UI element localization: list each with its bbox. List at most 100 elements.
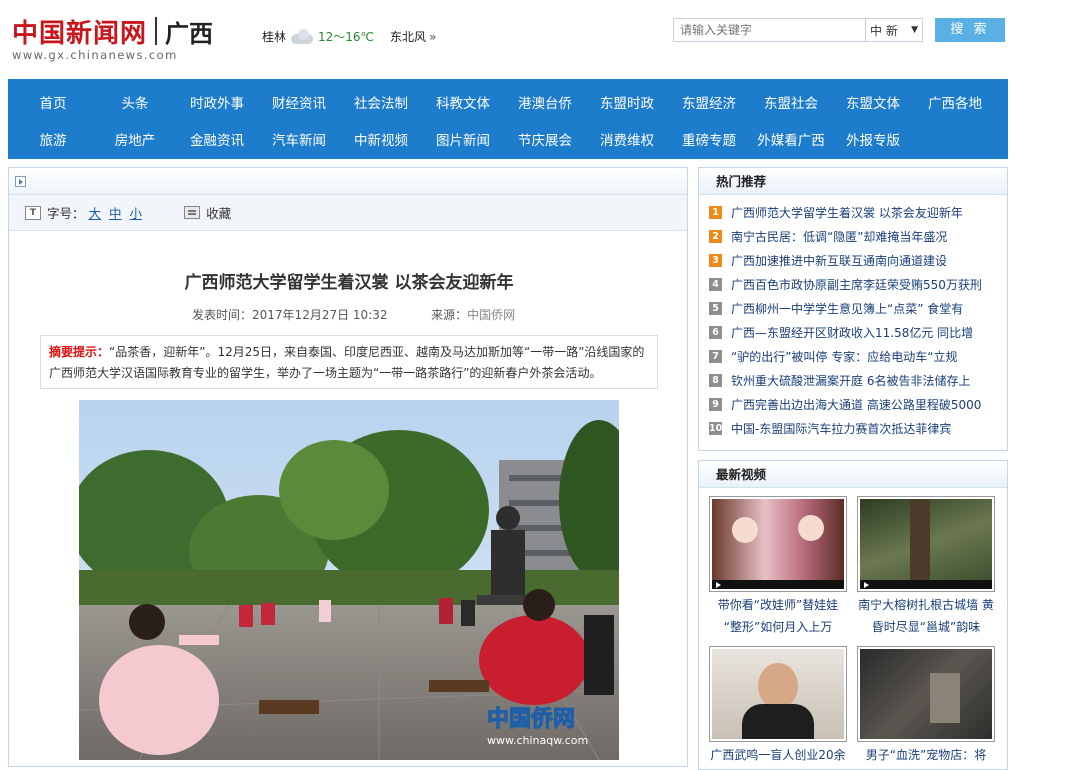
nav-row-2: 旅游 房地产 金融资讯 汽车新闻 中新视频 图片新闻 节庆展会 消费维权 重磅专… [12,120,1008,157]
nav-item[interactable]: 财经资讯 [258,92,340,112]
hot-item[interactable]: 8 钦州重大硫酸泄漏案开庭 6名被告非法储存上 [709,368,1007,392]
rank-badge: 10 [709,421,723,435]
video-thumbnail[interactable] [857,646,995,742]
nav-item[interactable]: 首页 [12,92,94,112]
video-player-bar [860,580,992,589]
nav-item[interactable]: 外媒看广西 [750,129,832,149]
hot-item-text: 广西加速推进中新互联互通南向通道建设 [731,253,948,268]
video-player-bar [712,580,844,589]
font-size-medium[interactable]: 中 [109,203,122,222]
nav-item[interactable]: 港澳台侨 [504,92,586,112]
video-panel: 最新视频 带你看“改娃师”替娃娃 “整形”如何月入上万 南宁大榕树扎根古城墙 黄… [698,460,1008,770]
nav-item[interactable]: 头条 [94,92,176,112]
photo-illustration: 中国侨网 www.chinaqw.com [79,400,619,760]
weather-city: 桂林 [262,30,287,44]
hot-item-text: 南宁古民居：低调“隐匿”却难掩当年盛况 [731,229,948,244]
article-source[interactable]: 中国侨网 [467,308,515,322]
font-size-small[interactable]: 小 [130,203,143,222]
hot-item[interactable]: 7 “驴的出行”被叫停 专家：应给电动车“立规 [709,344,1007,368]
hot-panel: 热门推荐 1 广西师范大学留学生着汉裳 以茶会友迎新年 2 南宁古民居：低调“隐匿”… [698,167,1008,451]
source-label: 来源： [431,308,468,322]
logo-region: 广西 [165,19,214,48]
video-caption-line: 南宁大榕树扎根古城墙 黄 [858,598,994,612]
video-thumbnail[interactable] [709,646,847,742]
site-logo[interactable]: 中国新闻网 广西 [12,14,214,49]
nav-item[interactable]: 科教文体 [422,92,504,112]
nav-item[interactable]: 东盟经济 [668,92,750,112]
nav-item[interactable]: 金融资讯 [176,129,258,149]
nav-item[interactable]: 外报专版 [832,129,914,149]
nav-item[interactable]: 时政外事 [176,92,258,112]
cloud-icon [289,28,315,45]
video-card[interactable]: 南宁大榕树扎根古城墙 黄 昏时尽显“邕城”韵味 [857,496,995,638]
nav-item[interactable]: 汽车新闻 [258,129,340,149]
search-input[interactable] [673,18,865,42]
hot-item[interactable]: 1 广西师范大学留学生着汉裳 以茶会友迎新年 [709,200,1007,224]
hot-item[interactable]: 5 广西柳州一中学学生意见簿上“点菜” 食堂有 [709,296,1007,320]
hot-item[interactable]: 9 广西完善出边出海大通道 高速公路里程破5000 [709,392,1007,416]
logo-divider [155,17,158,45]
video-caption-line: 昏时尽显“邕城”韵味 [871,620,981,634]
summary-text: “品茶香，迎新年”。12月25日，来自泰国、印度尼西亚、越南及马达加斯加等“一带… [49,345,645,380]
rank-badge: 6 [709,325,722,339]
article-summary: 摘要提示：“品茶香，迎新年”。12月25日，来自泰国、印度尼西亚、越南及马达加斯… [40,335,658,389]
rank-badge: 1 [709,205,722,219]
rank-badge: 8 [709,373,722,387]
article-meta: 发表时间：2017年12月27日 10:32 来源：中国侨网 [192,306,515,323]
video-thumbnail[interactable] [709,496,847,592]
favorite-link[interactable]: 收藏 [206,203,231,222]
site-url: www.gx.chinanews.com [12,48,178,62]
double-chevron-right-icon[interactable]: » [429,30,436,44]
nav-item[interactable]: 消费维权 [586,129,668,149]
hot-item-text: 广西师范大学留学生着汉裳 以茶会友迎新年 [731,205,963,220]
video-caption-line: “整形”如何月入上万 [723,620,833,634]
video-caption: 男子“血洗”宠物店：将 [857,744,995,766]
article-photo: 中国侨网 www.chinaqw.com [79,400,619,760]
video-card[interactable]: 带你看“改娃师”替娃娃 “整形”如何月入上万 [709,496,847,638]
video-caption-line: 广西武鸣一盲人创业20余 [710,748,846,762]
video-card[interactable]: 男子“血洗”宠物店：将 [857,646,995,766]
font-size-icon: T [25,205,41,220]
nav-row-1: 首页 头条 时政外事 财经资讯 社会法制 科教文体 港澳台侨 东盟时政 东盟经济… [12,83,1008,120]
photo-watermark-url: www.chinaqw.com [487,734,588,747]
nav-item[interactable]: 旅游 [12,129,94,149]
hot-item-text: 广西柳州一中学学生意见簿上“点菜” 食堂有 [731,301,964,316]
nav-item[interactable]: 社会法制 [340,92,422,112]
video-card[interactable]: 广西武鸣一盲人创业20余 [709,646,847,766]
hot-item[interactable]: 2 南宁古民居：低调“隐匿”却难掩当年盛况 [709,224,1007,248]
search-scope-select[interactable]: 中 新 ▼ [865,18,923,42]
article-toolbar: T 字号： 大 中 小 收藏 [9,195,687,231]
nav-item[interactable]: 广西各地 [914,92,996,112]
video-caption: 广西武鸣一盲人创业20余 [709,744,847,766]
hot-item[interactable]: 3 广西加速推进中新互联互通南向通道建设 [709,248,1007,272]
search-bar: 中 新 ▼ 搜 索 [673,18,1005,42]
weather-widget: 桂林 12～16℃ 东北风 » [262,28,436,45]
nav-item[interactable]: 节庆展会 [504,129,586,149]
photo-watermark: 中国侨网 [487,706,575,732]
nav-item[interactable]: 重磅专题 [668,129,750,149]
site-header: 中国新闻网 广西 www.gx.chinanews.com 桂林 12～16℃ … [0,0,1072,78]
play-icon[interactable] [15,176,26,187]
nav-item[interactable]: 东盟社会 [750,92,832,112]
hot-list: 1 广西师范大学留学生着汉裳 以茶会友迎新年 2 南宁古民居：低调“隐匿”却难掩当年… [699,195,1007,440]
font-size-large[interactable]: 大 [89,203,102,222]
video-panel-title: 最新视频 [699,461,1007,488]
video-thumbnail[interactable] [857,496,995,592]
nav-item[interactable]: 房地产 [94,129,176,149]
nav-item[interactable]: 图片新闻 [422,129,504,149]
search-button[interactable]: 搜 索 [935,18,1005,42]
hot-item[interactable]: 4 广西百色市政协原副主席李廷荣受贿550万获刑 [709,272,1007,296]
nav-item[interactable]: 东盟时政 [586,92,668,112]
nav-item[interactable]: 中新视频 [340,129,422,149]
hot-item[interactable]: 10 中国-东盟国际汽车拉力赛首次抵达菲律宾 [709,416,1007,440]
article-panel: T 字号： 大 中 小 收藏 广西师范大学留学生着汉裳 以茶会友迎新年 发表时间… [8,167,688,767]
hot-item-text: 钦州重大硫酸泄漏案开庭 6名被告非法储存上 [731,373,971,388]
video-caption: 带你看“改娃师”替娃娃 “整形”如何月入上万 [709,594,847,638]
hot-item[interactable]: 6 广西—东盟经开区财政收入11.58亿元 同比增 [709,320,1007,344]
hot-item-text: 中国-东盟国际汽车拉力赛首次抵达菲律宾 [731,421,952,436]
nav-item[interactable]: 东盟文体 [832,92,914,112]
weather-temp: 12～16℃ [318,30,375,44]
hot-item-text: 广西—东盟经开区财政收入11.58亿元 同比增 [731,325,974,340]
rank-badge: 7 [709,349,722,363]
video-caption-line: 带你看“改娃师”替娃娃 [717,598,839,612]
